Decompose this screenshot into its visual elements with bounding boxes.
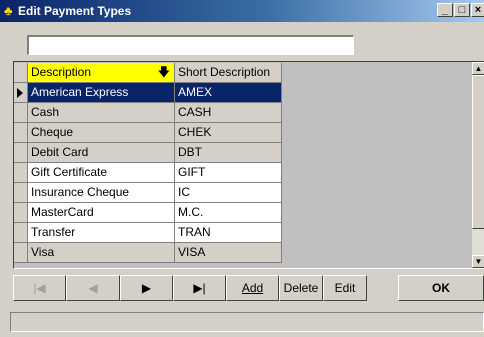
vertical-scrollbar[interactable]: ▲ ▼ [472, 62, 484, 268]
description-cell[interactable]: Cash [28, 103, 175, 123]
ok-button[interactable]: OK [398, 275, 484, 301]
table-row[interactable]: American Express AMEX [28, 83, 282, 103]
short-description-cell[interactable]: DBT [175, 143, 282, 163]
row-indicator[interactable] [14, 243, 28, 263]
row-indicator[interactable] [14, 163, 28, 183]
payment-types-grid: Description 🡇 Short Description American… [13, 61, 484, 269]
short-description-cell[interactable]: GIFT [175, 163, 282, 183]
row-indicator[interactable] [14, 123, 28, 143]
minimize-button[interactable]: _ [437, 3, 453, 17]
row-indicator[interactable] [14, 143, 28, 163]
description-cell[interactable]: American Express [28, 83, 175, 103]
title-bar: ♣ Edit Payment Types _ □ × [0, 0, 484, 22]
description-cell[interactable]: Gift Certificate [28, 163, 175, 183]
short-description-cell[interactable]: M.C. [175, 203, 282, 223]
next-record-button[interactable]: ▶ [120, 275, 173, 301]
table-row[interactable]: MasterCard M.C. [28, 203, 282, 223]
first-record-button[interactable]: |◀ [13, 275, 66, 301]
table-row[interactable]: Cheque CHEK [28, 123, 282, 143]
scroll-thumb[interactable] [472, 75, 484, 229]
description-cell[interactable]: Transfer [28, 223, 175, 243]
previous-record-button[interactable]: ◀ [66, 275, 120, 301]
short-description-cell[interactable]: AMEX [175, 83, 282, 103]
row-indicator[interactable] [14, 183, 28, 203]
search-input[interactable] [27, 35, 354, 55]
short-description-cell[interactable]: CASH [175, 103, 282, 123]
delete-button[interactable]: Delete [279, 275, 323, 301]
add-label: Add [241, 281, 264, 295]
last-record-button[interactable]: ▶| [173, 275, 226, 301]
close-button[interactable]: × [471, 3, 484, 17]
column-header-description[interactable]: Description 🡇 [28, 63, 175, 83]
table-row[interactable]: Transfer TRAN [28, 223, 282, 243]
add-button[interactable]: Add [226, 275, 279, 301]
row-indicator[interactable] [14, 223, 28, 243]
scroll-up-button[interactable]: ▲ [472, 62, 484, 75]
status-bar [10, 312, 484, 332]
table-row[interactable]: Cash CASH [28, 103, 282, 123]
edit-button[interactable]: Edit [323, 275, 367, 301]
maximize-button[interactable]: □ [454, 3, 470, 17]
short-description-cell[interactable]: VISA [175, 243, 282, 263]
table-row[interactable]: Debit Card DBT [28, 143, 282, 163]
description-cell[interactable]: MasterCard [28, 203, 175, 223]
window-title: Edit Payment Types [18, 4, 132, 18]
row-indicator[interactable] [14, 103, 28, 123]
description-cell[interactable]: Visa [28, 243, 175, 263]
description-cell[interactable]: Insurance Cheque [28, 183, 175, 203]
table-row[interactable]: Gift Certificate GIFT [28, 163, 282, 183]
column-header-short-description[interactable]: Short Description [175, 63, 282, 83]
header-corner [14, 63, 28, 83]
row-indicator[interactable] [14, 203, 28, 223]
arrow-down-icon: 🡇 [157, 65, 170, 79]
table-row[interactable]: Visa VISA [28, 243, 282, 263]
short-description-cell[interactable]: TRAN [175, 223, 282, 243]
row-indicator[interactable] [14, 83, 28, 103]
description-cell[interactable]: Debit Card [28, 143, 175, 163]
table-row[interactable]: Insurance Cheque IC [28, 183, 282, 203]
scroll-down-button[interactable]: ▼ [472, 255, 484, 268]
current-row-arrow-icon [17, 88, 23, 98]
column-header-label: Description [31, 65, 92, 79]
short-description-cell[interactable]: IC [175, 183, 282, 203]
short-description-cell[interactable]: CHEK [175, 123, 282, 143]
record-navigator: |◀ ◀ ▶ ▶| Add Delete Edit OK [13, 275, 484, 302]
description-cell[interactable]: Cheque [28, 123, 175, 143]
